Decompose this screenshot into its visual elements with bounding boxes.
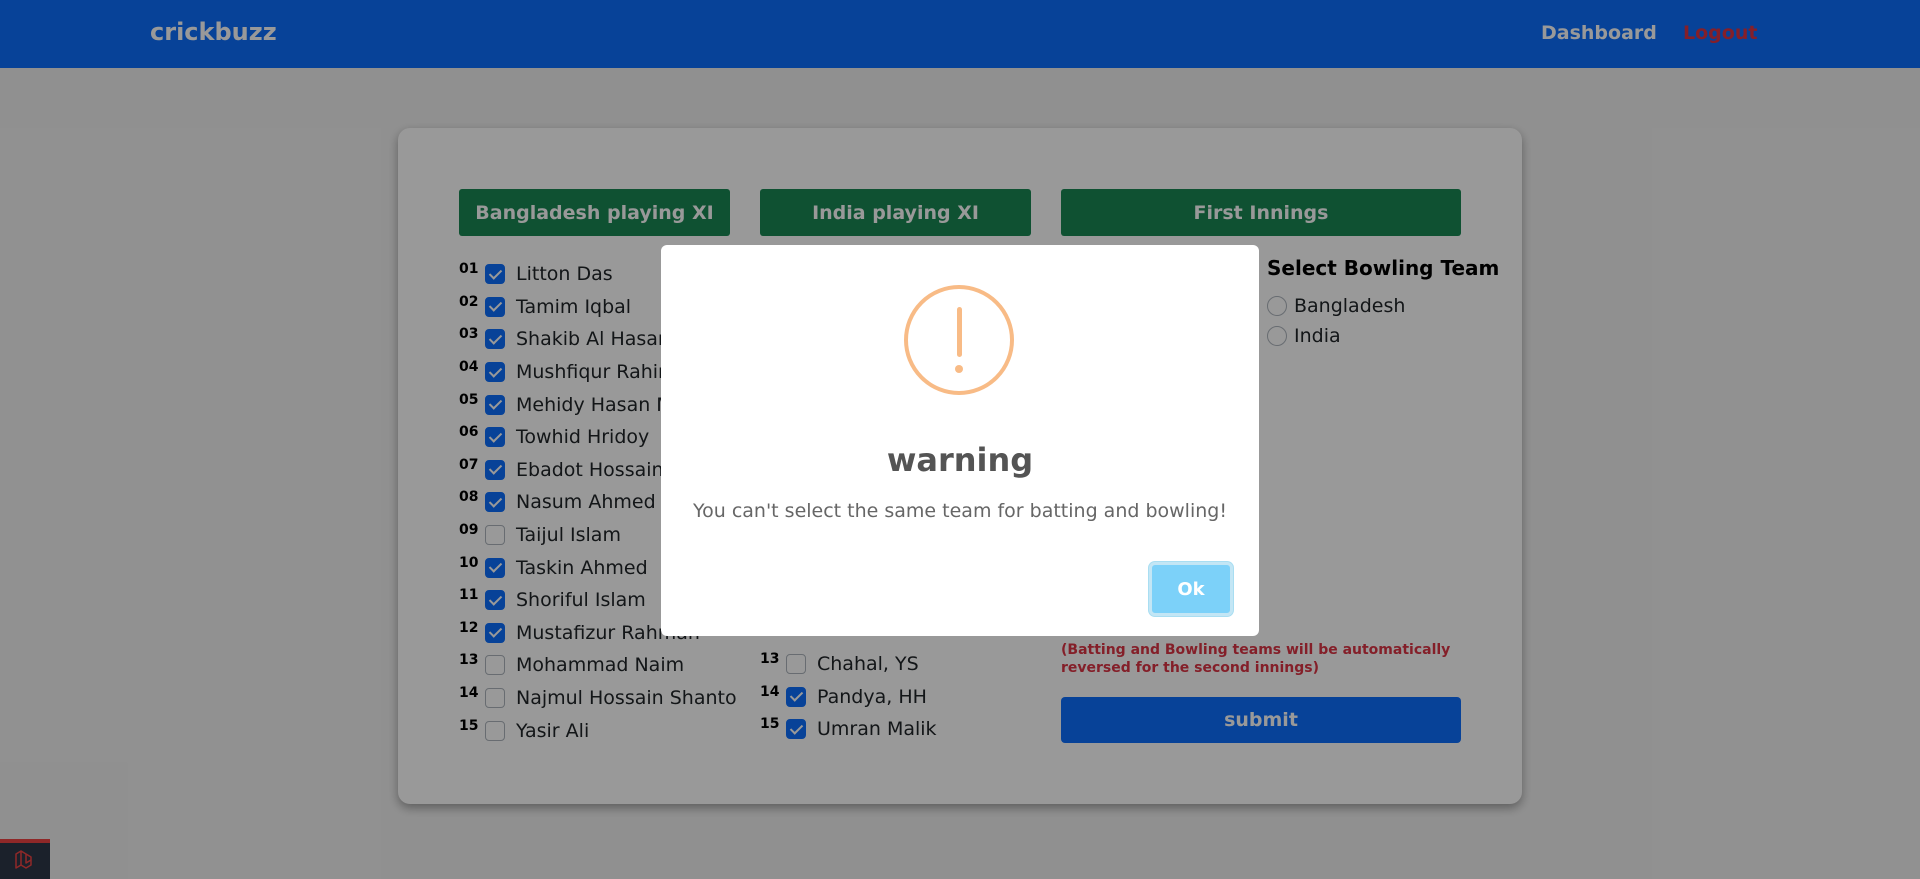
warning-icon	[904, 285, 1014, 395]
ok-button[interactable]: Ok	[1149, 562, 1233, 616]
modal-title: warning	[886, 441, 1034, 479]
warning-modal: warning You can't select the same team f…	[661, 245, 1259, 636]
modal-message: You can't select the same team for batti…	[693, 500, 1227, 522]
